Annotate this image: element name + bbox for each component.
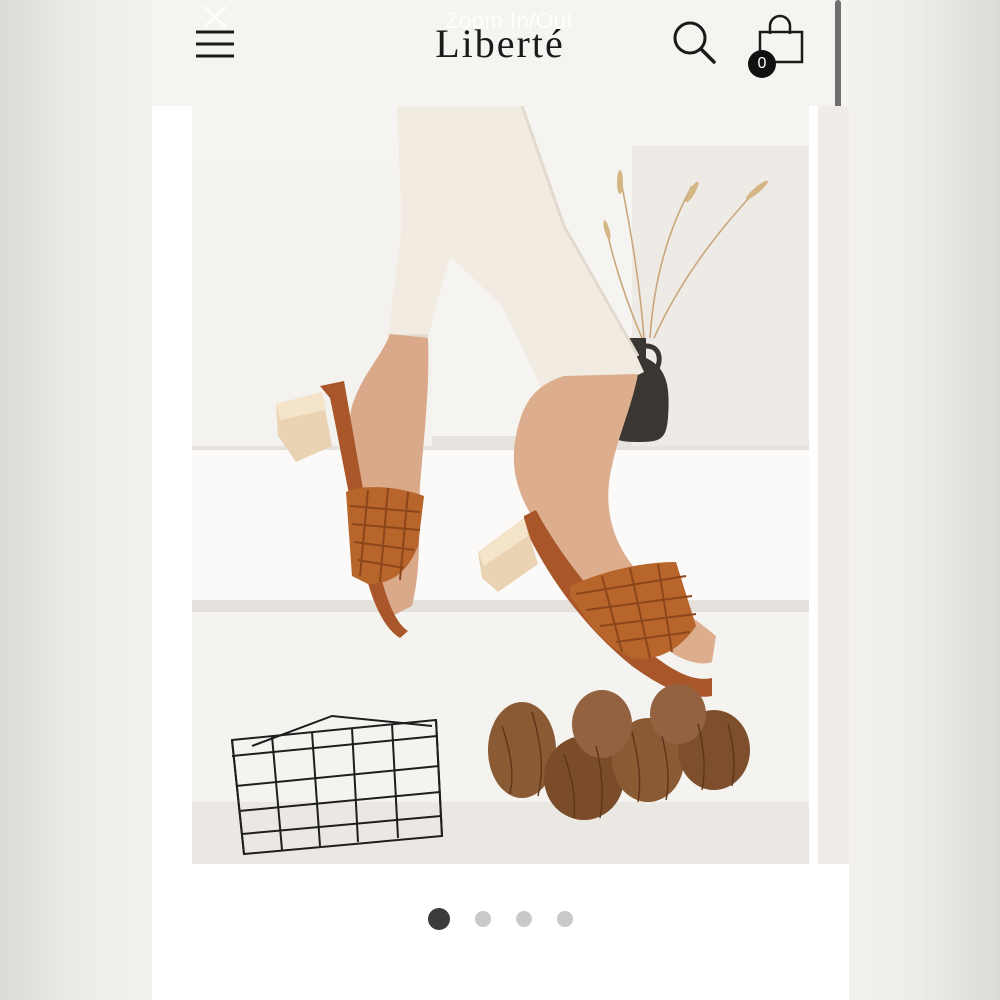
brand-logo[interactable]: Liberté [392, 20, 608, 67]
cart-count-badge: 0 [748, 50, 776, 78]
next-product-photo-peek[interactable] [818, 106, 849, 864]
product-photo-woven-slide-sandals[interactable] [192, 106, 809, 864]
cart-button[interactable]: 0 [748, 12, 812, 78]
site-header: Zoom In/Out Liberté 0 [152, 0, 849, 120]
gallery-dot-2[interactable] [474, 911, 491, 927]
product-image-gallery[interactable] [192, 106, 849, 866]
gallery-dot-3[interactable] [516, 911, 533, 927]
scrollbar-thumb[interactable] [835, 0, 841, 120]
mobile-screen: Zoom In/Out Liberté 0 [152, 0, 849, 1000]
gallery-dot-4[interactable] [557, 911, 574, 927]
search-icon [673, 21, 716, 64]
search-button[interactable] [670, 18, 718, 66]
close-icon [203, 6, 227, 28]
gallery-dot-1[interactable] [427, 908, 450, 930]
gallery-pagination [152, 906, 849, 932]
zoom-close-button[interactable] [198, 4, 232, 30]
